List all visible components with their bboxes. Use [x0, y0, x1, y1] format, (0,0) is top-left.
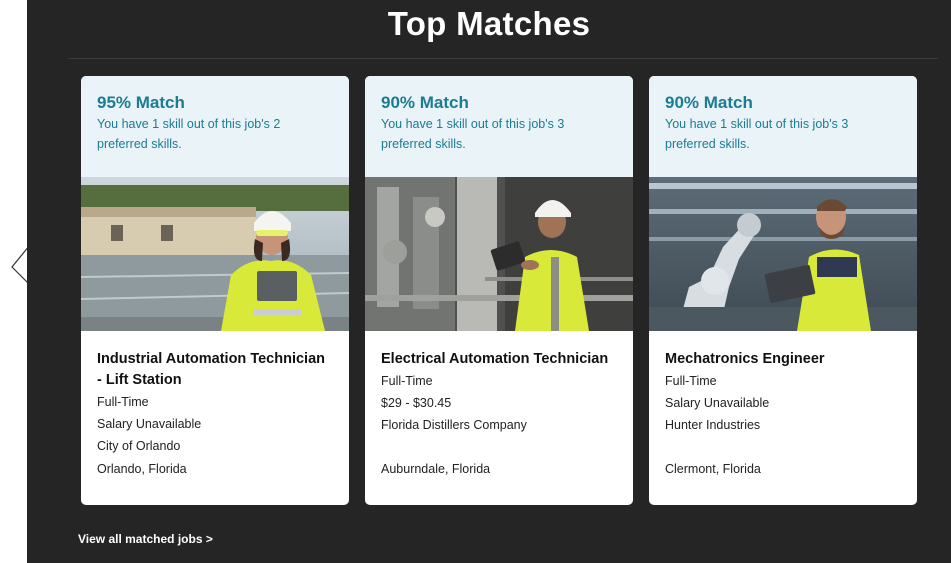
skills-summary: You have 1 skill out of this job's 2 pre… — [97, 117, 281, 151]
skills-summary: You have 1 skill out of this job's 3 pre… — [665, 117, 849, 151]
company-name: Hunter Industries — [665, 418, 761, 432]
company-name: City of Orlando — [97, 439, 181, 453]
company-name: Florida Distillers Company — [381, 418, 527, 432]
job-card[interactable]: 90% Match You have 1 skill out of this j… — [365, 76, 633, 505]
job-photo — [649, 177, 917, 331]
salary: $29 - $30.45 — [381, 396, 452, 410]
employment-type: Full-Time — [665, 374, 717, 388]
view-all-matched-jobs-link[interactable]: View all matched jobs > — [78, 532, 213, 546]
job-location: Auburndale, Florida — [381, 462, 491, 476]
skills-summary: You have 1 skill out of this job's 3 pre… — [381, 117, 565, 151]
job-details: Industrial Automation Technician - Lift … — [81, 331, 349, 505]
job-details: Mechatronics Engineer Full-Time Salary U… — [649, 331, 917, 505]
match-header: 90% Match You have 1 skill out of this j… — [649, 76, 917, 177]
match-percent: 90% Match — [381, 93, 469, 112]
job-details: Electrical Automation Technician Full-Ti… — [365, 331, 633, 505]
employment-type: Full-Time — [381, 374, 433, 388]
job-title[interactable]: Mechatronics Engineer — [665, 349, 901, 370]
salary: Salary Unavailable — [97, 417, 202, 431]
match-percent: 90% Match — [665, 93, 753, 112]
job-card[interactable]: 95% Match You have 1 skill out of this j… — [81, 76, 349, 505]
job-location: Clermont, Florida — [665, 462, 761, 476]
employment-type: Full-Time — [97, 395, 149, 409]
job-title[interactable]: Industrial Automation Technician - Lift … — [97, 349, 333, 391]
salary: Salary Unavailable — [665, 396, 770, 410]
job-card[interactable]: 90% Match You have 1 skill out of this j… — [649, 76, 917, 505]
title-divider — [68, 58, 938, 59]
match-percent: 95% Match — [97, 93, 185, 112]
match-header: 95% Match You have 1 skill out of this j… — [81, 76, 349, 177]
job-photo — [81, 177, 349, 331]
job-location: Orlando, Florida — [97, 462, 187, 476]
section-title: Top Matches — [387, 5, 591, 42]
match-header: 90% Match You have 1 skill out of this j… — [365, 76, 633, 177]
job-title[interactable]: Electrical Automation Technician — [381, 349, 617, 370]
job-photo — [365, 177, 633, 331]
